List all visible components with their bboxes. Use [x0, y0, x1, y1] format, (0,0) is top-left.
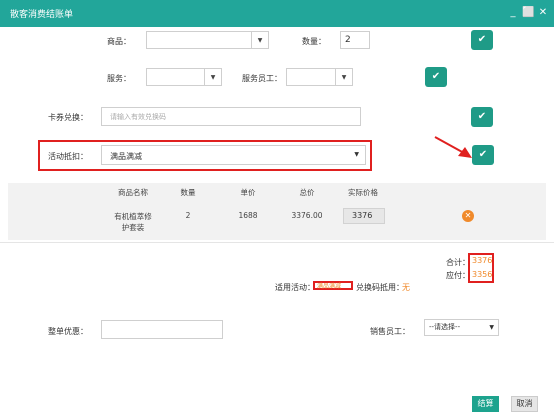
apply-promo-button[interactable]: ✔ [472, 145, 494, 165]
col-header-total: 总价 [299, 188, 315, 197]
card-code-input[interactable]: 请输入有效兑换码 [101, 107, 361, 126]
discount-input[interactable] [101, 320, 223, 339]
col-header-price: 单价 [240, 188, 256, 197]
cell-price: 1688 [238, 211, 258, 220]
chevron-down-icon: ▼ [204, 69, 221, 85]
code-label: 兑换码抵用： [356, 283, 404, 292]
add-product-button[interactable]: ✔ [471, 30, 493, 50]
cell-total: 3376.00 [291, 211, 323, 220]
total-value: 3376 [472, 256, 493, 265]
staff-select[interactable]: ▼ [286, 68, 353, 86]
apply-card-button[interactable]: ✔ [471, 107, 493, 127]
cancel-button[interactable]: 取消 [511, 396, 538, 412]
actual-price-input[interactable]: 3376 [343, 208, 385, 224]
window-title: 散客消费结账单 [10, 10, 74, 20]
chevron-down-icon: ▼ [335, 69, 352, 85]
divider [0, 242, 554, 243]
col-header-qty: 数量 [180, 188, 196, 197]
promo-value: 满品满减 [110, 152, 142, 161]
promo-select[interactable]: 满品满减 ▼ [101, 145, 366, 165]
sales-staff-label: 销售员工： [370, 327, 410, 336]
chevron-down-icon: ▼ [489, 324, 494, 331]
title-bar [0, 0, 554, 27]
code-value: 无 [402, 283, 410, 292]
staff-label: 服务员工： [242, 74, 282, 83]
cell-qty: 2 [185, 211, 191, 220]
chevron-down-icon: ▼ [354, 151, 359, 158]
due-value: 3356 [472, 270, 493, 279]
cell-name-line2: 护套装 [121, 223, 145, 232]
quantity-input[interactable]: 2 [340, 31, 370, 49]
service-select[interactable]: ▼ [146, 68, 222, 86]
col-header-actual: 实际价格 [348, 188, 378, 197]
chevron-down-icon: ▼ [251, 32, 268, 48]
sales-staff-value: --请选择-- [429, 323, 461, 331]
remove-row-icon[interactable]: ✕ [462, 210, 474, 222]
discount-label: 整单优惠： [48, 327, 88, 336]
sales-staff-select[interactable]: --请选择-- ▼ [424, 319, 499, 336]
arrow-pointer-icon [434, 136, 472, 158]
activity-value: 满品满减 [317, 283, 342, 290]
minimize-icon[interactable]: _ [507, 7, 519, 19]
cell-name-line1: 有机植萃修 [114, 212, 152, 221]
quantity-label: 数量： [302, 37, 326, 46]
card-code-placeholder: 请输入有效兑换码 [110, 113, 166, 121]
due-label: 应付： [446, 271, 470, 280]
product-select[interactable]: ▼ [146, 31, 269, 49]
settle-button[interactable]: 结算 [472, 396, 499, 412]
card-exchange-label: 卡券兑换： [48, 113, 88, 122]
total-label: 合计： [446, 258, 470, 267]
col-header-name: 商品名称 [118, 188, 148, 197]
service-label: 服务： [107, 74, 131, 83]
activity-label: 适用活动： [275, 283, 315, 292]
add-service-button[interactable]: ✔ [425, 67, 447, 87]
close-icon[interactable]: ✕ [537, 7, 549, 19]
promo-label: 活动抵扣： [48, 152, 88, 161]
restore-icon[interactable]: ⬜ [522, 7, 534, 19]
product-label: 商品： [107, 37, 131, 46]
